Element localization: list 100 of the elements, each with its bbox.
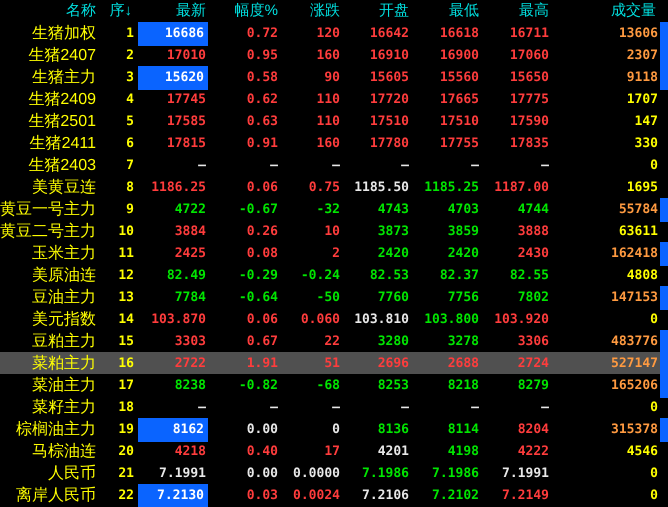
table-row[interactable]: 生猪2409 4 17745 0.62 110 17720 17665 17775 1707 [0, 88, 668, 110]
table-cell-text: 0.75 [308, 179, 341, 198]
table-cell-text: 8204 [518, 421, 550, 440]
row-number: 7 [126, 157, 134, 176]
table-row[interactable]: 菜籽主力 18 — — — — — — 0 [0, 396, 668, 418]
volume-cell-text: 0 [650, 465, 659, 484]
table-cell-text: -50 [316, 289, 341, 308]
volume-cell-text: 1695 [626, 179, 659, 198]
table-cell-text: 7.2149 [502, 487, 550, 506]
instrument-name: 生猪2407 [28, 46, 96, 66]
table-row[interactable]: 豆粕主力 15 3303 0.67 22 3280 3278 3306 483776 [0, 330, 668, 352]
table-cell-text: 16618 [440, 25, 480, 44]
table-row[interactable]: 美黄豆连 8 1186.25 0.06 0.75 1185.50 1185.25 1187.00 1695 [0, 176, 668, 198]
volume-cell-text: 9118 [626, 69, 659, 88]
row-number: 15 [118, 333, 134, 352]
table-cell-text: 2722 [174, 355, 207, 374]
table-cell-text: — [332, 157, 341, 176]
table-cell-text: — [270, 399, 279, 418]
table-row[interactable]: 玉米主力 11 2425 0.08 2 2420 2420 2430 162418 [0, 242, 668, 264]
table-row[interactable]: 生猪2501 5 17585 0.63 110 17510 17510 17590 147 [0, 110, 668, 132]
table-cell-text: 17010 [166, 47, 207, 66]
instrument-name: 美黄豆连 [32, 178, 96, 198]
table-cell-text: -0.24 [300, 267, 341, 286]
table-row[interactable]: 马棕油连 20 4218 0.40 17 4201 4198 4222 4546 [0, 440, 668, 462]
row-number: 17 [118, 377, 134, 396]
table-cell-text: 1185.25 [424, 179, 480, 198]
column-header: 最高 [519, 1, 549, 21]
table-cell-text: 0.060 [300, 311, 341, 330]
table-cell-text: — [198, 157, 207, 176]
instrument-name: 菜籽主力 [32, 398, 96, 418]
instrument-name: 美原油连 [32, 266, 96, 286]
table-cell-text: 0.63 [246, 113, 279, 132]
instrument-name: 豆油主力 [32, 288, 96, 308]
table-cell-text: — [270, 157, 279, 176]
table-cell-text: -68 [316, 377, 341, 396]
table-row[interactable]: 黄豆一号主力 9 4722 -0.67 -32 4743 4703 4744 55784 [0, 198, 668, 220]
table-cell-text: 0.26 [246, 223, 279, 242]
table-cell-text: 3278 [448, 333, 480, 352]
instrument-name: 美元指数 [32, 310, 96, 330]
instrument-name: 菜油主力 [32, 376, 96, 396]
table-cell-text: 0.67 [246, 333, 279, 352]
table-cell-text: 4744 [518, 201, 550, 220]
volume-cell-text: 2307 [626, 47, 659, 66]
table-cell-text: 3303 [174, 333, 207, 352]
table-cell: 16686 [138, 22, 208, 46]
table-cell-text: 8253 [378, 377, 410, 396]
table-row[interactable]: 生猪主力 3 15620 0.58 90 15605 15560 15650 9118 [0, 66, 668, 88]
table-cell-text: — [198, 399, 207, 418]
table-cell-text: 17815 [166, 135, 207, 154]
volume-cell-text: 0 [650, 487, 659, 506]
column-header: 最新 [176, 1, 206, 21]
instrument-name: 离岸人民币 [16, 486, 96, 506]
table-row[interactable]: 黄豆二号主力 10 3884 0.26 10 3873 3859 3888 63611 [0, 220, 668, 242]
instrument-name: 玉米主力 [32, 244, 96, 264]
row-number: 11 [118, 245, 134, 264]
table-row[interactable]: 美元指数 14 103.870 0.06 0.060 103.810 103.800 103.920 0 [0, 308, 668, 330]
instrument-name: 生猪2409 [28, 90, 96, 110]
table-row[interactable]: 生猪加权 1 16686 0.72 120 16642 16618 16711 13606 [0, 22, 668, 44]
table-cell-text: 2696 [378, 355, 410, 374]
table-cell-text: 0.72 [246, 25, 279, 44]
row-number: 6 [126, 135, 134, 154]
table-row[interactable]: 菜粕主力 16 2722 1.91 51 2696 2688 2724 527147 [0, 352, 668, 374]
table-cell-text: 4743 [378, 201, 410, 220]
table-row[interactable]: 离岸人民币 22 7.2130 0.03 0.0024 7.2106 7.2102 7.2149 0 [0, 484, 668, 506]
table-row[interactable]: 人民币 21 7.1991 0.00 0.0000 7.1986 7.1986 7.1991 0 [0, 462, 668, 484]
table-cell-text: 4722 [174, 201, 207, 220]
table-cell-text: 7760 [378, 289, 410, 308]
table-row[interactable]: 棕榈油主力 19 8162 0.00 0 8136 8114 8204 315378 [0, 418, 668, 440]
table-cell-text: 0.62 [246, 91, 279, 110]
table-cell-text: 4201 [378, 443, 410, 462]
volume-cell-text: 1707 [626, 91, 659, 110]
table-cell-text: 17835 [510, 135, 550, 154]
instrument-name: 棕榈油主力 [16, 420, 96, 440]
table-cell-text: 160 [316, 135, 341, 154]
table-cell-text: 8136 [378, 421, 410, 440]
table-cell-text: 82.53 [370, 267, 410, 286]
row-number: 2 [126, 47, 134, 66]
table-cell-text: 3280 [378, 333, 410, 352]
table-cell-text: 2420 [378, 245, 410, 264]
table-cell-text: 8238 [174, 377, 207, 396]
table-row[interactable]: 豆油主力 13 7784 -0.64 -50 7760 7756 7802 147153 [0, 286, 668, 308]
row-number: 18 [118, 399, 134, 418]
table-cell-text: 4198 [448, 443, 480, 462]
table-row[interactable]: 菜油主力 17 8238 -0.82 -68 8253 8218 8279 165206 [0, 374, 668, 396]
instrument-name: 生猪加权 [32, 24, 96, 44]
table-cell-text: 7.2102 [432, 487, 480, 506]
table-cell-text: 7756 [448, 289, 480, 308]
table-row[interactable]: 美原油连 12 82.49 -0.29 -0.24 82.53 82.37 82.55 4808 [0, 264, 668, 286]
row-number: 21 [118, 465, 134, 484]
table-row[interactable]: 生猪2411 6 17815 0.91 160 17780 17755 17835 330 [0, 132, 668, 154]
table-cell-text: 17720 [370, 91, 410, 110]
table-row[interactable]: 生猪2407 2 17010 0.95 160 16910 16900 17060 2307 [0, 44, 668, 66]
table-row[interactable]: 生猪2403 7 — — — — — — 0 [0, 154, 668, 176]
table-cell-text: 8279 [518, 377, 550, 396]
table-cell-text: 7.2106 [362, 487, 410, 506]
table-cell-text: 82.37 [440, 267, 480, 286]
table-cell-text: 160 [316, 47, 341, 66]
volume-cell-text: 147 [634, 113, 659, 132]
table-cell-text: 120 [316, 25, 341, 44]
table-cell-text: -0.82 [238, 377, 279, 396]
